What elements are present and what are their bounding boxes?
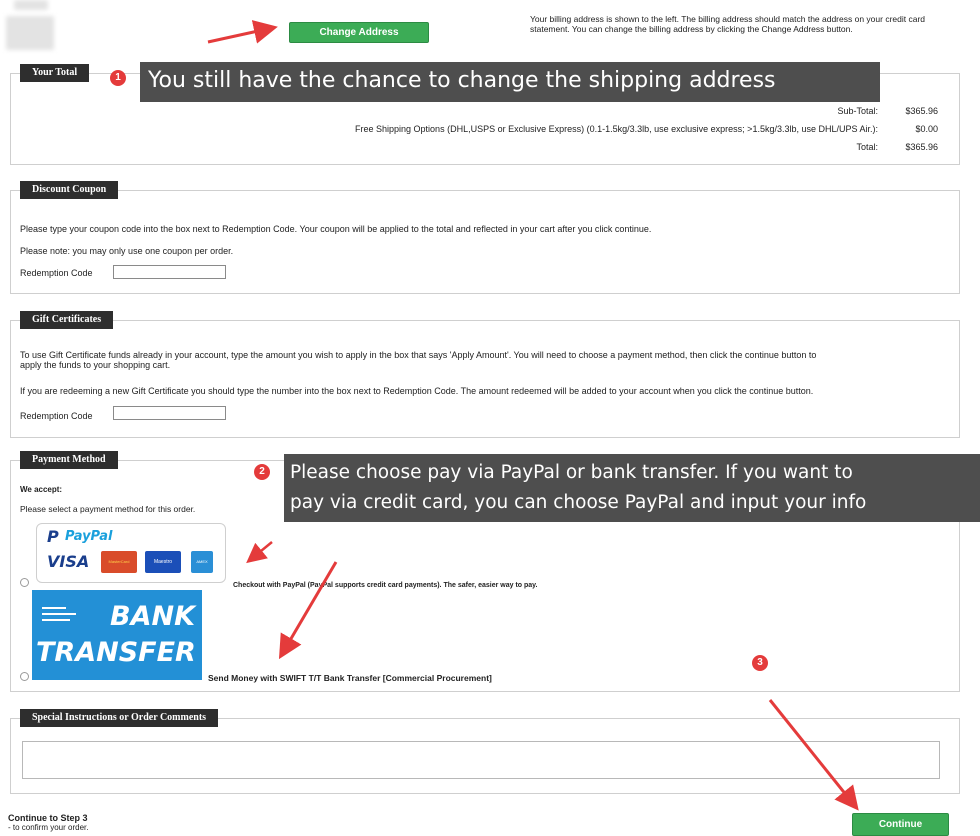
continue-step-title: Continue to Step 3 <box>8 813 88 823</box>
gift-certificates-legend: Gift Certificates <box>20 311 114 329</box>
continue-step-subtitle: - to confirm your order. <box>8 823 89 832</box>
select-payment-text: Please select a payment method for this … <box>20 504 196 514</box>
annotation-badge-1: 1 <box>110 70 126 86</box>
bank-transfer-radio[interactable] <box>20 672 29 681</box>
mastercard-icon: MasterCard <box>101 551 137 573</box>
coupon-note: Please note: you may only use one coupon… <box>20 246 234 256</box>
continue-button[interactable]: Continue <box>852 813 949 836</box>
paypal-logo[interactable]: P PayPal VISA MasterCard Maestro AMEX <box>36 523 226 583</box>
comments-legend: Special Instructions or Order Comments <box>20 709 219 727</box>
coupon-redemption-label: Redemption Code <box>20 268 93 278</box>
shipping-label: Free Shipping Options (DHL,USPS or Exclu… <box>355 124 878 134</box>
annotation-badge-2: 2 <box>254 464 270 480</box>
gift-redemption-input[interactable] <box>113 406 226 420</box>
billing-address-note: Your billing address is shown to the lef… <box>530 14 926 34</box>
shipping-value: $0.00 <box>915 124 938 134</box>
payment-method-legend: Payment Method <box>20 451 118 469</box>
billing-address-blurred-2 <box>14 0 48 10</box>
subtotal-label: Sub-Total: <box>837 106 878 116</box>
mastercard-icon-text: MasterCard <box>108 559 130 564</box>
bank-transfer-description: Send Money with SWIFT T/T Bank Transfer … <box>208 673 492 683</box>
gift-instructions-line2: apply the funds to your shopping cart. <box>20 360 171 370</box>
paypal-radio[interactable] <box>20 578 29 587</box>
annotation-callout-2-line1: Please choose pay via PayPal or bank tra… <box>290 462 853 483</box>
subtotal-value: $365.96 <box>905 106 938 116</box>
maestro-icon: Maestro <box>145 551 181 573</box>
we-accept-label: We accept: <box>20 485 63 494</box>
amex-icon-text: AMEX <box>196 559 208 564</box>
gift-redemption-label: Redemption Code <box>20 411 93 421</box>
annotation-callout-1: You still have the chance to change the … <box>140 62 880 102</box>
your-total-legend: Your Total <box>20 64 90 82</box>
coupon-instructions: Please type your coupon code into the bo… <box>20 224 652 234</box>
bank-logo-line1: BANK <box>110 601 195 632</box>
total-value: $365.96 <box>905 142 938 152</box>
bank-transfer-logo[interactable]: BANK TRANSFER <box>32 590 202 680</box>
total-label: Total: <box>856 142 878 152</box>
arrow-to-change-address <box>207 20 278 44</box>
maestro-icon-text: Maestro <box>153 559 173 565</box>
billing-address-blurred <box>6 16 54 50</box>
annotation-callout-2: Please choose pay via PayPal or bank tra… <box>284 454 980 522</box>
paypal-description: Checkout with PayPal (PayPal supports cr… <box>233 582 538 589</box>
visa-icon: VISA <box>47 552 90 571</box>
gift-redeem-note: If you are redeeming a new Gift Certific… <box>20 386 814 396</box>
amex-icon: AMEX <box>191 551 213 573</box>
annotation-callout-2-line2: pay via credit card, you can choose PayP… <box>290 492 867 513</box>
gift-certificates-section <box>10 320 960 438</box>
bank-logo-line2: TRANSFER <box>36 637 196 668</box>
comments-textarea[interactable] <box>22 741 940 779</box>
coupon-redemption-input[interactable] <box>113 265 226 279</box>
paypal-p-icon: P <box>47 527 59 546</box>
paypal-logo-text: PayPal <box>65 529 113 544</box>
bank-lines-icon <box>42 607 76 621</box>
change-address-button[interactable]: Change Address <box>289 22 429 43</box>
discount-coupon-legend: Discount Coupon <box>20 181 119 199</box>
annotation-badge-3: 3 <box>752 655 768 671</box>
gift-instructions-line1: To use Gift Certificate funds already in… <box>20 350 817 360</box>
